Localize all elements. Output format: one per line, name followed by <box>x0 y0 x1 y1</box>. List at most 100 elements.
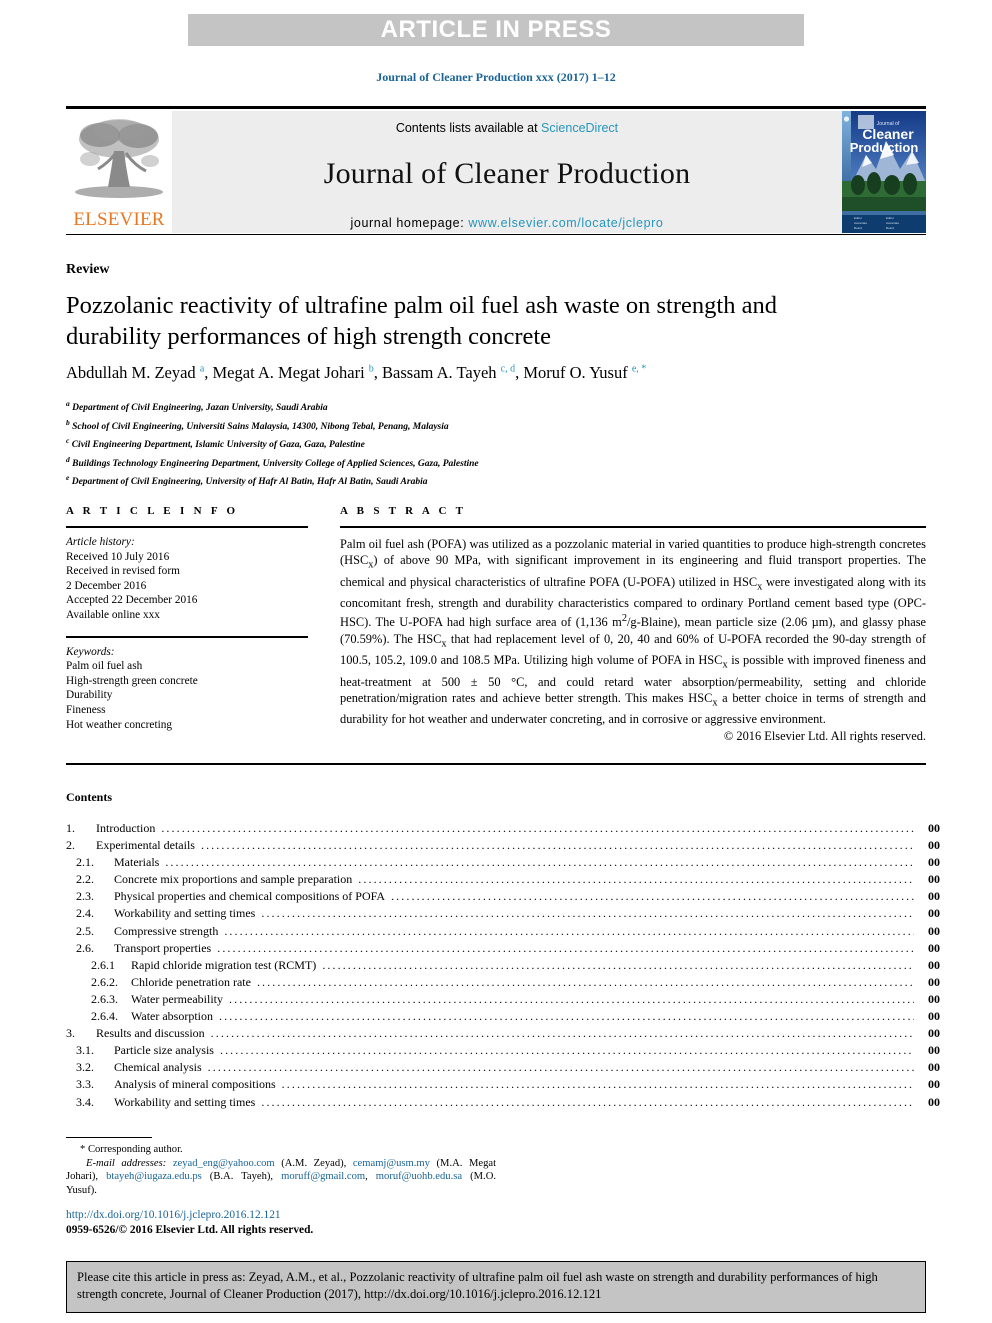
corresponding-author-note: * Corresponding author. <box>80 1144 183 1155</box>
toc-entry-number: 2.6.2. <box>91 974 118 989</box>
article-in-press-label: ARTICLE IN PRESS <box>380 16 612 43</box>
toc-entry-page: 00 <box>928 1077 940 1092</box>
email-addresses-label: E-mail addresses: <box>86 1157 167 1169</box>
toc-entry[interactable]: 2.6.1 Rapid chloride migration test (RCMT… <box>66 957 940 974</box>
toc-entry-label: Compressive strength <box>114 923 219 938</box>
svg-text:Board: Board <box>854 226 862 230</box>
elsevier-logo: ELSEVIER <box>66 111 172 233</box>
toc-entry-label: Analysis of mineral compositions <box>114 1077 276 1092</box>
toc-entry[interactable]: 2.6.2. Chloride penetration rate.........… <box>66 974 940 991</box>
email-addresses-note: E-mail addresses: zeyad_eng@yahoo.com (A… <box>66 1157 496 1198</box>
journal-title: Journal of Cleaner Production <box>323 157 691 190</box>
toc-leader-dots: ........................................… <box>210 1026 914 1041</box>
toc-entry-number: 2.2. <box>76 872 94 887</box>
toc-entry[interactable]: 3.4. Workability and setting times.......… <box>66 1094 940 1111</box>
toc-entry[interactable]: 2.1. Materials...........................… <box>66 854 940 871</box>
toc-entry-label: Experimental details <box>96 838 195 853</box>
affiliation-marker-d: d <box>66 454 70 464</box>
toc-leader-dots: ........................................… <box>358 872 914 887</box>
toc-entry[interactable]: 2.6.4. Water absorption..................… <box>66 1008 940 1025</box>
toc-entry-page: 00 <box>928 991 940 1006</box>
toc-leader-dots: ........................................… <box>391 889 914 904</box>
history-item: Accepted 22 December 2016 <box>66 594 198 607</box>
history-item: Received in revised form <box>66 565 180 578</box>
toc-entry-page: 00 <box>928 940 940 955</box>
running-head: Journal of Cleaner Production xxx (2017)… <box>376 70 616 84</box>
article-in-press-banner: ARTICLE IN PRESS <box>188 14 804 46</box>
history-item: Available online xxx <box>66 608 160 621</box>
toc-entry-number: 2.6.3. <box>91 991 118 1006</box>
footnote-rule <box>66 1137 152 1138</box>
toc-entry[interactable]: 2.5. Compressive strength................… <box>66 923 940 940</box>
affiliation-a: a Department of Civil Engineering, Jazan… <box>66 397 926 416</box>
toc-entry[interactable]: 2. Experimental details..................… <box>66 837 940 854</box>
toc-entry-label: Water permeability <box>131 991 223 1006</box>
keyword-item: High-strength green concrete <box>66 674 198 687</box>
svg-text:Production: Production <box>850 140 919 155</box>
toc-leader-dots: ........................................… <box>256 974 914 989</box>
toc-leader-dots: ........................................… <box>161 821 914 835</box>
article-first-page: ARTICLE IN PRESS Journal of Cleaner Prod… <box>0 0 992 1323</box>
svg-text:Board: Board <box>886 226 894 230</box>
email-link-johari[interactable]: cemamj@usm.my <box>353 1158 430 1169</box>
toc-entry-number: 1. <box>66 821 75 835</box>
table-of-contents: 1. Introduction..........................… <box>66 820 940 1111</box>
journal-homepage-line: journal homepage: www.elsevier.com/locat… <box>351 216 664 230</box>
toc-entry[interactable]: 2.4. Workability and setting times.......… <box>66 905 940 922</box>
affiliation-marker-b: b <box>66 417 70 427</box>
toc-entry-label: Workability and setting times <box>114 1094 256 1109</box>
toc-entry[interactable]: 2.2. Concrete mix proportions and sample … <box>66 871 940 888</box>
affiliation-e: e Department of Civil Engineering, Unive… <box>66 471 926 490</box>
toc-entry-number: 3.3. <box>76 1077 94 1092</box>
toc-entry-number: 2.6.4. <box>91 1009 118 1024</box>
toc-entry-number: 2.6.1 <box>91 957 115 972</box>
keyword-item: Palm oil fuel ash <box>66 660 143 673</box>
toc-entry-number: 2. <box>66 838 75 853</box>
toc-entry-page: 00 <box>928 1060 940 1075</box>
toc-leader-dots: ........................................… <box>207 1060 914 1075</box>
email-link-zeyad[interactable]: zeyad_eng@yahoo.com <box>173 1158 275 1169</box>
toc-entry-page: 00 <box>928 1094 940 1109</box>
journal-homepage-link[interactable]: www.elsevier.com/locate/jclepro <box>468 216 663 230</box>
toc-entry-label: Rapid chloride migration test (RCMT) <box>131 957 317 972</box>
toc-entry-page: 00 <box>928 855 940 870</box>
abstract-bottom-rule <box>66 763 926 765</box>
masthead-panel: Contents lists available at ScienceDirec… <box>172 111 842 233</box>
toc-leader-dots: ........................................… <box>219 1043 914 1058</box>
affiliation-marker-c: c <box>66 436 70 446</box>
svg-text:Associate: Associate <box>854 221 867 225</box>
email-link-yusuf-uohb[interactable]: moruf@uohb.edu.sa <box>376 1171 462 1182</box>
email-link-tayeh[interactable]: btayeh@iugaza.edu.ps <box>106 1171 202 1182</box>
sciencedirect-link[interactable]: ScienceDirect <box>541 121 618 135</box>
keyword-item: Hot weather concreting <box>66 718 173 731</box>
toc-entry[interactable]: 3.2. Chemical analysis...................… <box>66 1059 940 1076</box>
cite-this-article-text: Please cite this article in press as: Ze… <box>77 1270 878 1301</box>
email-owner-tayeh: (B.A. Tayeh), <box>209 1171 274 1183</box>
toc-entry[interactable]: 1. Introduction..........................… <box>66 820 940 837</box>
journal-homepage-prefix: journal homepage: <box>350 216 469 230</box>
toc-entry-number: 3.1. <box>76 1043 94 1058</box>
toc-entry[interactable]: 3.1. Particle size analysis..............… <box>66 1042 940 1059</box>
toc-entry[interactable]: 2.6.3. Water permeability................… <box>66 991 940 1008</box>
toc-entry-page: 00 <box>928 974 940 989</box>
toc-entry-label: Transport properties <box>114 940 212 955</box>
cite-this-article-box: Please cite this article in press as: Ze… <box>66 1261 926 1313</box>
doi-link[interactable]: http://dx.doi.org/10.1016/j.jclepro.2016… <box>66 1209 281 1221</box>
toc-entry-number: 3.4. <box>76 1094 94 1109</box>
toc-entry[interactable]: 3.3. Analysis of mineral compositions....… <box>66 1076 940 1093</box>
email-link-yusuf-gmail[interactable]: moruff@gmail.com <box>281 1171 365 1182</box>
contents-available-line: Contents lists available at ScienceDirec… <box>396 121 618 135</box>
toc-leader-dots: ........................................… <box>281 1077 914 1092</box>
toc-entry[interactable]: 2.3. Physical properties and chemical com… <box>66 888 940 905</box>
toc-leader-dots: ........................................… <box>224 923 914 938</box>
toc-entry[interactable]: 3. Results and discussion................… <box>66 1025 940 1042</box>
keywords-label: Keywords: <box>66 645 115 658</box>
toc-leader-dots: ........................................… <box>217 940 914 955</box>
journal-cover-thumbnail: Journal of Cleaner Production Editor Edit… <box>842 111 926 233</box>
svg-text:Editor: Editor <box>854 216 862 220</box>
article-history-label: Article history: <box>66 536 135 548</box>
toc-entry-page: 00 <box>928 838 940 853</box>
journal-cover-art: Journal of Cleaner Production Editor Edit… <box>842 111 926 233</box>
toc-entry[interactable]: 2.6. Transport properties................… <box>66 940 940 957</box>
toc-entry-number: 2.5. <box>76 923 94 938</box>
